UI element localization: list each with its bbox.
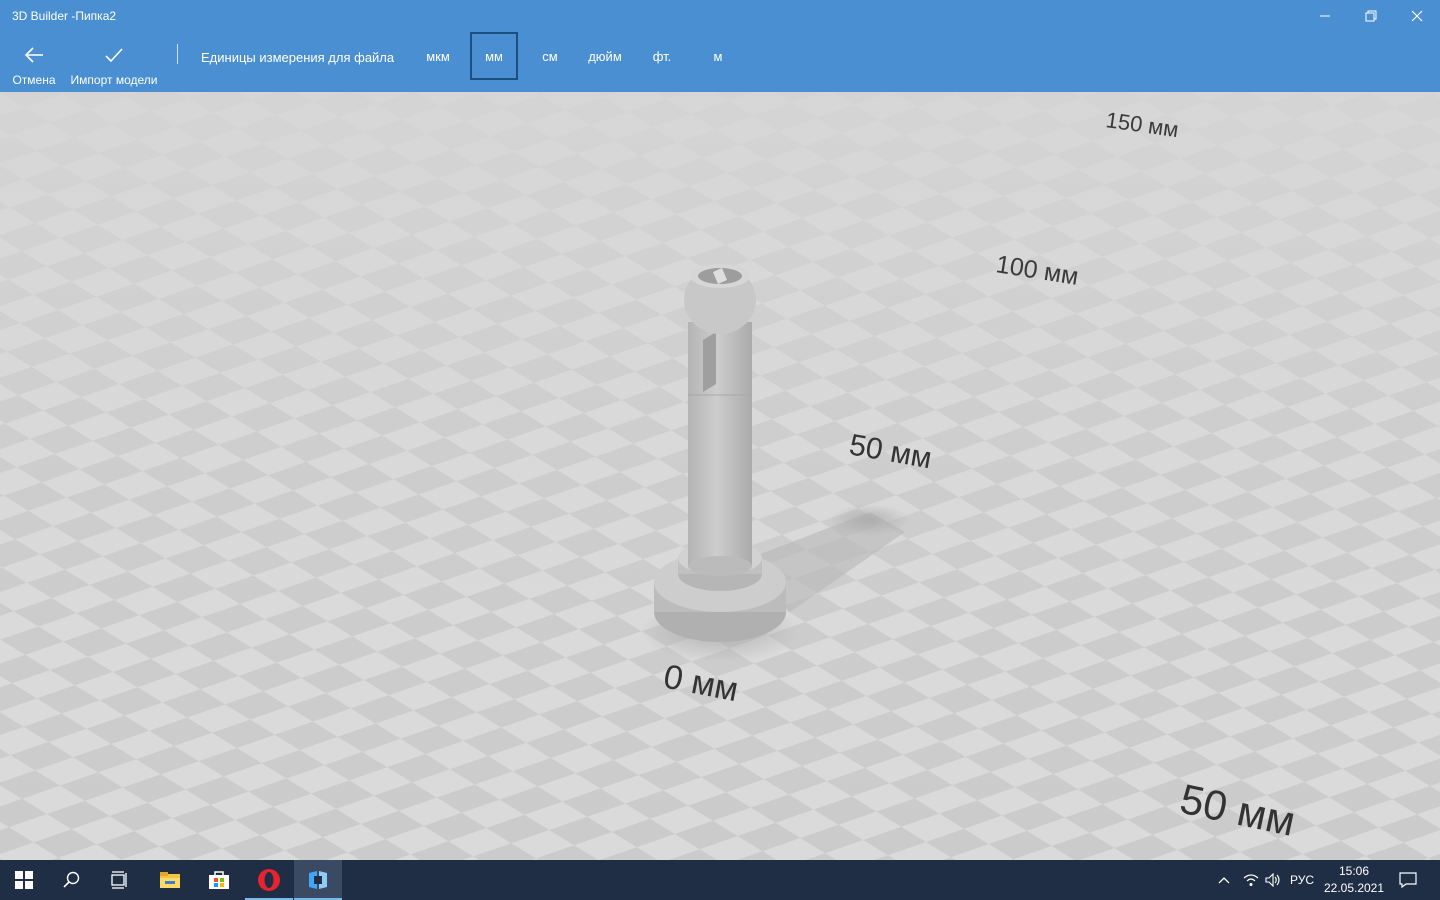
units-label: Единицы измерения для файла	[201, 50, 395, 65]
opera-icon	[258, 869, 280, 891]
restore-icon	[1365, 10, 1377, 22]
unit-centimeter[interactable]: см	[530, 32, 570, 80]
unit-foot[interactable]: фт.	[642, 32, 682, 80]
task-view-icon	[111, 871, 127, 889]
3d-builder-taskbar-button[interactable]	[294, 860, 342, 900]
chevron-up-icon	[1218, 877, 1230, 884]
notification-icon	[1399, 872, 1417, 888]
restore-button[interactable]	[1348, 0, 1394, 32]
unit-meter[interactable]: м	[698, 32, 738, 80]
search-icon	[63, 871, 80, 888]
unit-micrometer[interactable]: мкм	[418, 32, 458, 80]
scene: 150 мм 100 мм 50 мм 0 мм 50 мм	[0, 92, 1440, 860]
file-explorer-button[interactable]	[146, 860, 194, 900]
import-label: Импорт модели	[70, 73, 158, 87]
cancel-button[interactable]: Отмена	[8, 32, 60, 92]
opera-button[interactable]	[245, 860, 293, 900]
search-button[interactable]	[48, 860, 96, 900]
language-indicator[interactable]: РУС	[1286, 860, 1318, 900]
3d-builder-icon	[309, 871, 327, 889]
speaker-icon	[1265, 873, 1280, 887]
unit-millimeter[interactable]: мм	[470, 32, 518, 80]
toolbar-separator	[177, 44, 178, 64]
clock[interactable]: 15:06 22.05.2021	[1318, 863, 1390, 897]
action-center-button[interactable]	[1394, 860, 1422, 900]
checkmark-icon	[105, 48, 123, 63]
start-button[interactable]	[0, 860, 48, 900]
import-model-button[interactable]: Импорт модели	[68, 32, 160, 92]
command-bar: Отмена Импорт модели Единицы измерения д…	[0, 32, 1440, 92]
store-button[interactable]	[195, 860, 243, 900]
task-view-button[interactable]	[96, 860, 144, 900]
network-button[interactable]	[1240, 860, 1262, 900]
close-button[interactable]	[1394, 0, 1440, 32]
volume-button[interactable]	[1262, 860, 1284, 900]
show-hidden-icons-button[interactable]	[1212, 860, 1236, 900]
3d-viewport[interactable]: 150 мм 100 мм 50 мм 0 мм 50 мм	[0, 92, 1440, 860]
store-bag-icon	[209, 871, 229, 889]
back-arrow-icon	[24, 47, 43, 63]
minimize-icon	[1320, 15, 1330, 17]
folder-icon	[160, 872, 180, 888]
unit-inch[interactable]: дюйм	[580, 32, 630, 80]
title-bar: 3D Builder -Пипка2	[0, 0, 1440, 32]
clock-date: 22.05.2021	[1323, 881, 1385, 895]
cancel-label: Отмена	[12, 73, 56, 87]
taskbar: РУС 15:06 22.05.2021	[0, 860, 1440, 900]
clock-time: 15:06	[1338, 864, 1370, 878]
window-title: 3D Builder -Пипка2	[12, 9, 117, 23]
wifi-icon	[1243, 874, 1259, 886]
windows-logo-icon	[15, 871, 33, 889]
minimize-button[interactable]	[1302, 0, 1348, 32]
close-icon	[1411, 10, 1423, 22]
